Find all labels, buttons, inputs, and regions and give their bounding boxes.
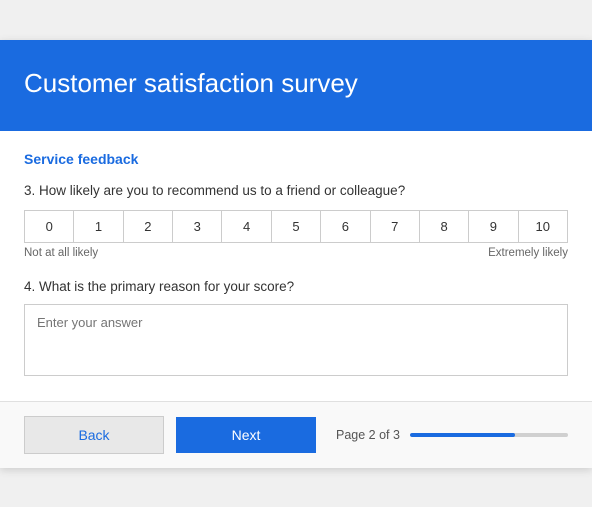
nps-cell-10[interactable]: 10 xyxy=(519,211,567,242)
progress-bar-fill xyxy=(410,433,515,437)
survey-container: Customer satisfaction survey Service fee… xyxy=(0,40,592,468)
answer-textarea[interactable] xyxy=(24,304,568,376)
nps-cell-0[interactable]: 0 xyxy=(25,211,74,242)
nps-cell-1[interactable]: 1 xyxy=(74,211,123,242)
survey-footer: Back Next Page 2 of 3 xyxy=(0,401,592,468)
nps-cell-6[interactable]: 6 xyxy=(321,211,370,242)
nps-label-low: Not at all likely xyxy=(24,247,98,259)
nps-cell-8[interactable]: 8 xyxy=(420,211,469,242)
question-3-label: 3. How likely are you to recommend us to… xyxy=(24,183,568,198)
back-button[interactable]: Back xyxy=(24,416,164,454)
survey-title: Customer satisfaction survey xyxy=(24,68,568,99)
nps-label-high: Extremely likely xyxy=(488,247,568,259)
nps-labels: Not at all likely Extremely likely xyxy=(24,247,568,259)
nps-cell-7[interactable]: 7 xyxy=(371,211,420,242)
survey-body: Service feedback 3. How likely are you t… xyxy=(0,131,592,401)
progress-bar-track xyxy=(410,433,568,437)
nps-cell-5[interactable]: 5 xyxy=(272,211,321,242)
nps-cell-9[interactable]: 9 xyxy=(469,211,518,242)
nps-cell-4[interactable]: 4 xyxy=(222,211,271,242)
page-indicator: Page 2 of 3 xyxy=(336,428,568,442)
nps-cell-3[interactable]: 3 xyxy=(173,211,222,242)
section-title: Service feedback xyxy=(24,151,568,167)
question-4-label: 4. What is the primary reason for your s… xyxy=(24,279,568,294)
nps-scale: 012345678910 xyxy=(24,210,568,243)
nps-cell-2[interactable]: 2 xyxy=(124,211,173,242)
survey-header: Customer satisfaction survey xyxy=(0,40,592,131)
page-label: Page 2 of 3 xyxy=(336,428,400,442)
next-button[interactable]: Next xyxy=(176,417,316,453)
